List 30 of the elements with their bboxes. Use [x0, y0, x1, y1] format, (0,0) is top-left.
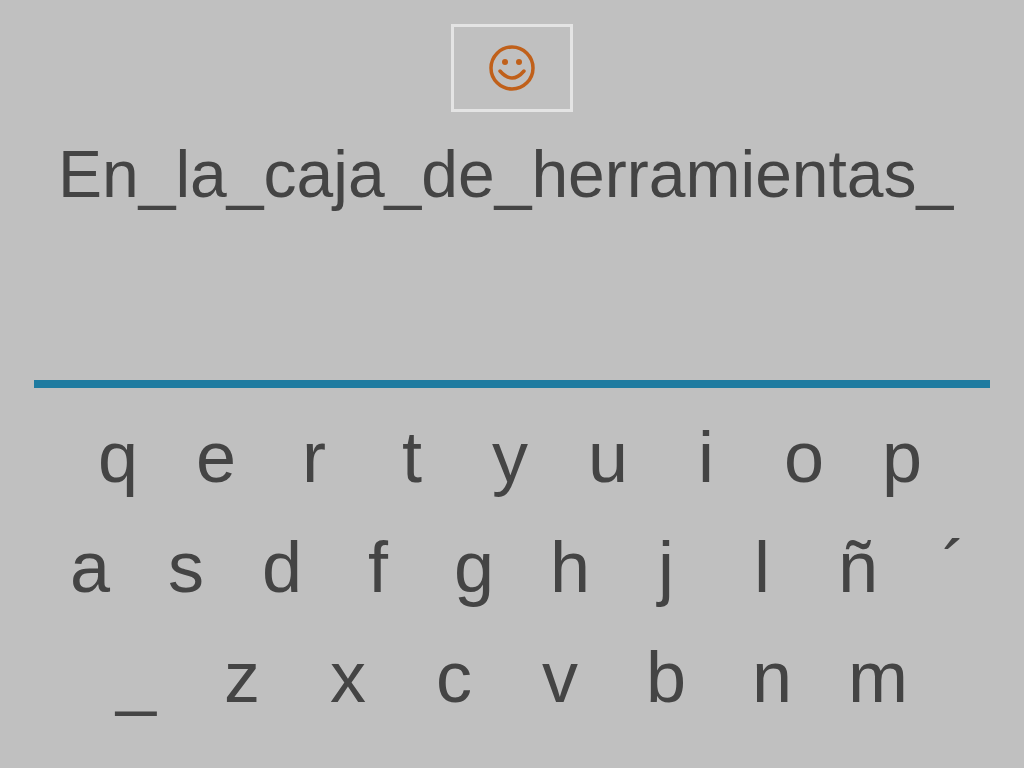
letter-key[interactable]: ´ — [906, 522, 1002, 612]
letter-key[interactable]: h — [522, 522, 618, 612]
letter-key[interactable]: f — [330, 522, 426, 612]
letter-key[interactable]: v — [507, 632, 613, 722]
letter-key[interactable]: p — [853, 412, 951, 502]
letter-key[interactable]: s — [138, 522, 234, 612]
letter-key[interactable]: u — [559, 412, 657, 502]
letter-key[interactable]: l — [714, 522, 810, 612]
letter-key[interactable]: r — [265, 412, 363, 502]
letter-key[interactable]: d — [234, 522, 330, 612]
letter-key[interactable]: y — [461, 412, 559, 502]
letter-key[interactable]: b — [613, 632, 719, 722]
letter-key[interactable]: n — [719, 632, 825, 722]
letter-key[interactable]: e — [167, 412, 265, 502]
letter-key[interactable]: t — [363, 412, 461, 502]
letter-key[interactable]: c — [401, 632, 507, 722]
letter-key[interactable]: j — [618, 522, 714, 612]
smiley-icon — [487, 43, 537, 93]
smiley-button[interactable] — [451, 24, 573, 112]
letter-key[interactable]: m — [825, 632, 931, 722]
letter-key[interactable]: o — [755, 412, 853, 502]
sentence-text: En_la_caja_de_herramientas_ — [58, 136, 955, 213]
letter-key[interactable]: i — [657, 412, 755, 502]
letter-key[interactable]: z — [189, 632, 295, 722]
letter-key[interactable]: ñ — [810, 522, 906, 612]
letter-key[interactable]: g — [426, 522, 522, 612]
letter-key[interactable]: _ — [83, 632, 189, 722]
letter-key[interactable]: q — [69, 412, 167, 502]
letter-key[interactable]: a — [42, 522, 138, 612]
letter-key[interactable]: x — [295, 632, 401, 722]
